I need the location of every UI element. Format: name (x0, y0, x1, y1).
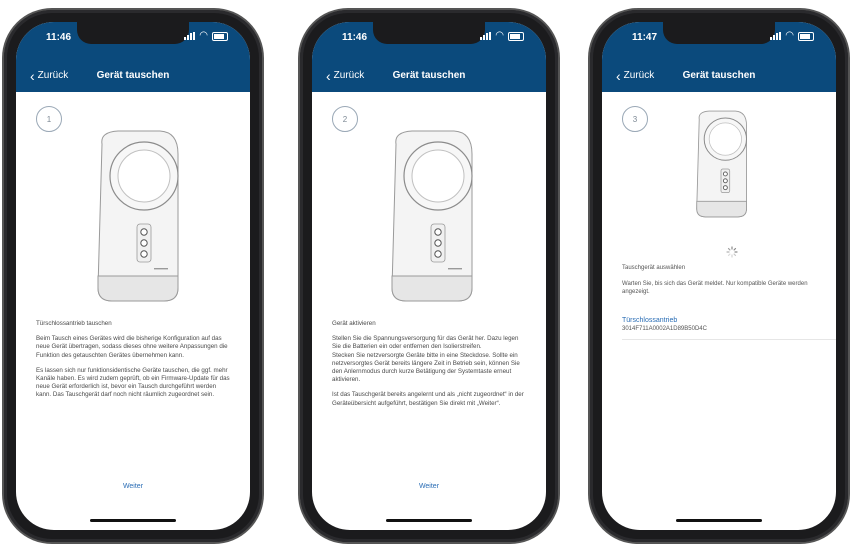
wifi-icon: ◠ (785, 30, 794, 41)
notch (663, 22, 775, 44)
step-indicator: 1 (36, 106, 62, 132)
door-lock-drive-image (696, 110, 748, 218)
device-id: 3014F711A0002A1D89B50D4C (622, 326, 707, 332)
paragraph: Stellen Sie die Spannungsversorgung für … (332, 335, 519, 351)
battery-icon (212, 31, 228, 41)
app-header: 11:46 ◠ ‹ Zurück Gerät tauschen (312, 22, 546, 92)
battery-icon (798, 31, 814, 41)
wifi-icon: ◠ (199, 30, 208, 41)
notch (373, 22, 485, 44)
page-title: Gerät tauschen (682, 70, 756, 81)
wifi-icon: ◠ (495, 30, 504, 41)
step-heading: Gerät aktivieren (332, 320, 376, 327)
next-button[interactable]: Weiter (16, 483, 250, 490)
status-time: 11:47 (632, 32, 658, 43)
status-icons: ◠ (184, 31, 228, 41)
paragraph: Ist das Tauschgerät bereits angelernt un… (332, 391, 524, 407)
door-lock-drive-image (391, 130, 473, 302)
step-heading: Türschlossantrieb tauschen (36, 320, 112, 327)
status-icons: ◠ (480, 31, 524, 41)
home-indicator[interactable] (90, 519, 176, 522)
paragraph: Es lassen sich nur funktionsidentische G… (36, 366, 230, 399)
phone-frame-2: 11:46 ◠ ‹ Zurück Gerät tauschen 2 Gerät … (300, 10, 558, 542)
page-title: Gerät tauschen (392, 70, 466, 81)
step-indicator: 3 (622, 106, 648, 132)
instructions-text: Türschlossantrieb tauschen Beim Tausch e… (36, 320, 232, 407)
app-header: 11:46 ◠ ‹ Zurück Gerät tauschen (16, 22, 250, 92)
home-indicator[interactable] (386, 519, 472, 522)
step-indicator: 2 (332, 106, 358, 132)
notch (77, 22, 189, 44)
phone-frame-1: 11:46 ◠ ‹ Zurück Gerät tauschen 1 Türsch… (4, 10, 262, 542)
signal-icon (184, 32, 196, 40)
home-indicator[interactable] (676, 519, 762, 522)
phone-frame-3: 11:47 ◠ ‹ Zurück Gerät tauschen 3 Tausch… (590, 10, 848, 542)
signal-icon (480, 32, 492, 40)
app-header: 11:47 ◠ ‹ Zurück Gerät tauschen (602, 22, 836, 92)
page-title: Gerät tauschen (96, 70, 170, 81)
screen-1: 11:46 ◠ ‹ Zurück Gerät tauschen 1 Türsch… (16, 22, 250, 530)
device-name: Türschlossantrieb (622, 317, 678, 324)
battery-icon (508, 31, 524, 41)
status-time: 11:46 (342, 32, 368, 43)
instructions-text: Gerät aktivieren Stellen Sie die Spannun… (332, 320, 528, 415)
status-time: 11:46 (46, 32, 72, 43)
paragraph: Beim Tausch eines Gerätes wird die bishe… (36, 335, 228, 359)
next-button[interactable]: Weiter (312, 483, 546, 490)
door-lock-drive-image (97, 130, 179, 302)
loading-spinner-icon (726, 246, 738, 258)
screen-3: 11:47 ◠ ‹ Zurück Gerät tauschen 3 Tausch… (602, 22, 836, 530)
wait-instructions: Warten Sie, bis sich das Gerät meldet. N… (622, 281, 808, 296)
device-list-item[interactable]: Türschlossantrieb 3014F711A0002A1D89B50D… (622, 317, 707, 332)
select-device-label: Tauschgerät auswählen (622, 265, 686, 271)
screen-2: 11:46 ◠ ‹ Zurück Gerät tauschen 2 Gerät … (312, 22, 546, 530)
paragraph: Stecken Sie netzversorgte Geräte bitte i… (332, 351, 520, 384)
divider (622, 339, 836, 340)
signal-icon (770, 32, 782, 40)
status-icons: ◠ (770, 31, 814, 41)
